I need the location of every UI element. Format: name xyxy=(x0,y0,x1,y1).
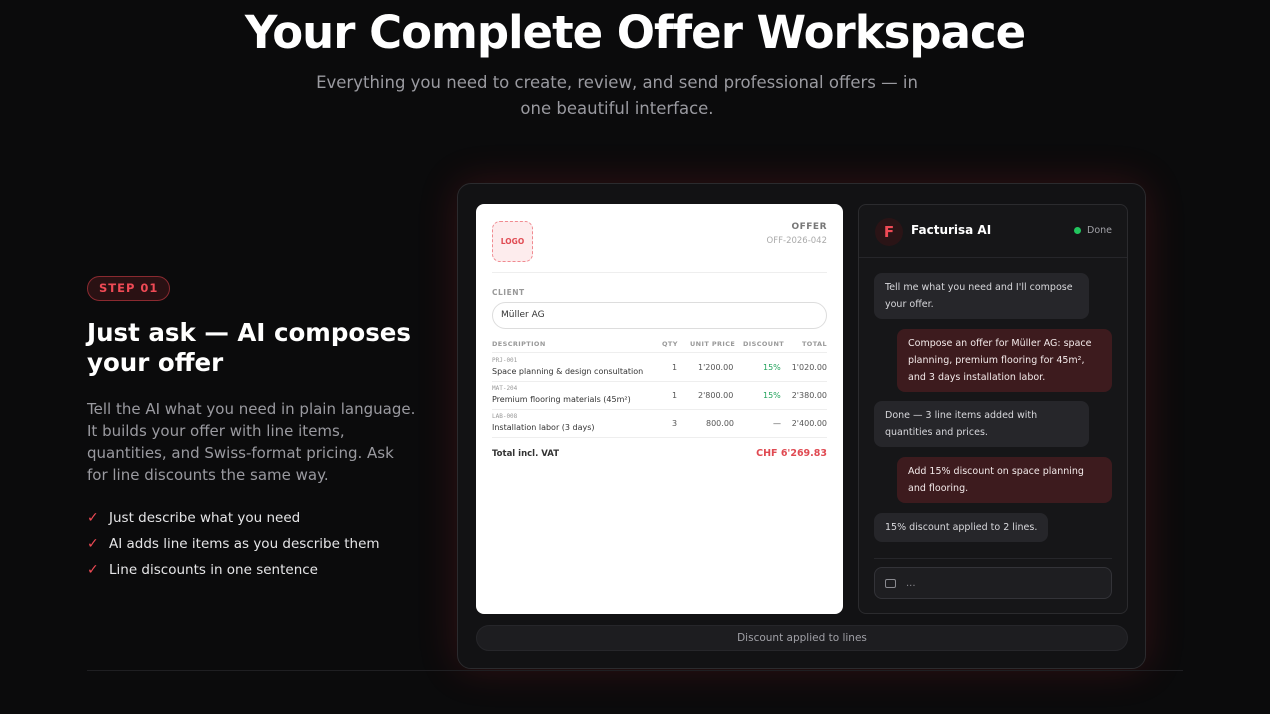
item-discount: 15% xyxy=(763,391,781,400)
item-total: 2'380.00 xyxy=(791,391,827,400)
chat-status: Done xyxy=(1074,225,1112,236)
status-dot-icon xyxy=(1074,227,1081,234)
offer-document: LOGO OFFER OFF-2026-042 CLIENT Müller AG… xyxy=(476,204,843,614)
table-row[interactable]: LAB-008 Installation labor (3 days) 3 80… xyxy=(492,410,827,438)
total-label: Total incl. VAT xyxy=(492,449,560,459)
column-qty: QTY xyxy=(662,340,678,348)
user-message: Add 15% discount on space planning and f… xyxy=(897,457,1112,503)
item-code: PRJ-001 xyxy=(492,357,518,364)
ai-message: Done — 3 line items added with quantitie… xyxy=(874,401,1089,447)
item-total: 2'400.00 xyxy=(791,419,827,428)
feature-item: ✓ AI adds line items as you describe them xyxy=(87,531,380,557)
divider xyxy=(874,558,1112,559)
item-description: Installation labor (3 days) xyxy=(492,423,595,432)
client-label: CLIENT xyxy=(492,288,525,297)
hero-subtitle: Everything you need to create, review, a… xyxy=(316,73,918,118)
step-description: Tell the AI what you need in plain langu… xyxy=(87,400,416,484)
offer-number: OFF-2026-042 xyxy=(766,236,827,246)
feature-label: AI adds line items as you describe them xyxy=(109,536,380,552)
ai-message: 15% discount applied to 2 lines. xyxy=(874,513,1049,542)
column-description: DESCRIPTION xyxy=(492,340,546,348)
item-total: 1'020.00 xyxy=(791,363,827,372)
offer-label: OFFER xyxy=(791,222,827,232)
ai-chat-panel: F Facturisa AI Done Tell me what you nee… xyxy=(858,204,1128,614)
table-row[interactable]: PRJ-001 Space planning & design consulta… xyxy=(492,354,827,382)
divider xyxy=(492,272,827,273)
feature-item: ✓ Line discounts in one sentence xyxy=(87,557,380,583)
total-value: CHF 6'269.83 xyxy=(756,448,827,459)
offer-workspace: LOGO OFFER OFF-2026-042 CLIENT Müller AG… xyxy=(457,183,1146,669)
chat-input-placeholder: ... xyxy=(906,577,916,589)
chat-bubble-icon xyxy=(885,578,896,588)
step-badge: STEP 01 xyxy=(87,276,171,301)
item-unit-price: 2'800.00 xyxy=(698,391,734,400)
chat-header: F Facturisa AI Done xyxy=(859,205,1127,258)
logo-placeholder[interactable]: LOGO xyxy=(492,221,533,262)
check-icon: ✓ xyxy=(87,510,99,526)
item-qty: 1 xyxy=(672,391,678,400)
table-row[interactable]: MAT-204 Premium flooring materials (45m²… xyxy=(492,382,827,410)
item-code: LAB-008 xyxy=(492,413,518,420)
table-header: DESCRIPTION QTY UNIT PRICE DISCOUNT TOTA… xyxy=(492,338,827,353)
ai-message: Tell me what you need and I'll compose y… xyxy=(874,273,1089,319)
item-discount: — xyxy=(773,419,781,428)
column-discount: DISCOUNT xyxy=(743,340,785,348)
facturisa-logo-icon: F xyxy=(875,218,903,246)
item-discount: 15% xyxy=(763,363,781,372)
chat-assistant-name: Facturisa AI xyxy=(911,223,992,237)
item-code: MAT-204 xyxy=(492,385,518,392)
chat-status-label: Done xyxy=(1087,225,1112,236)
divider xyxy=(87,670,1183,671)
item-unit-price: 1'200.00 xyxy=(698,363,734,372)
item-unit-price: 800.00 xyxy=(706,419,734,428)
item-qty: 1 xyxy=(672,363,678,372)
item-description: Space planning & design consultation xyxy=(492,367,644,376)
feature-label: Line discounts in one sentence xyxy=(109,562,318,578)
feature-list: ✓ Just describe what you need ✓ AI adds li… xyxy=(87,505,380,583)
column-total: TOTAL xyxy=(801,340,827,348)
check-icon: ✓ xyxy=(87,536,99,552)
status-bar: Discount applied to lines xyxy=(476,625,1128,651)
check-icon: ✓ xyxy=(87,562,99,578)
item-description: Premium flooring materials (45m²) xyxy=(492,395,631,404)
user-message: Compose an offer for Müller AG: space pl… xyxy=(897,329,1112,392)
hero-title: Your Complete Offer Workspace xyxy=(244,6,1026,59)
feature-label: Just describe what you need xyxy=(109,510,301,526)
feature-item: ✓ Just describe what you need xyxy=(87,505,380,531)
item-qty: 3 xyxy=(672,419,678,428)
step-title: Just ask — AI composes your offer xyxy=(87,318,411,377)
column-unit-price: UNIT PRICE xyxy=(690,340,736,348)
chat-input[interactable]: ... xyxy=(874,567,1112,599)
client-field[interactable]: Müller AG xyxy=(492,302,827,329)
